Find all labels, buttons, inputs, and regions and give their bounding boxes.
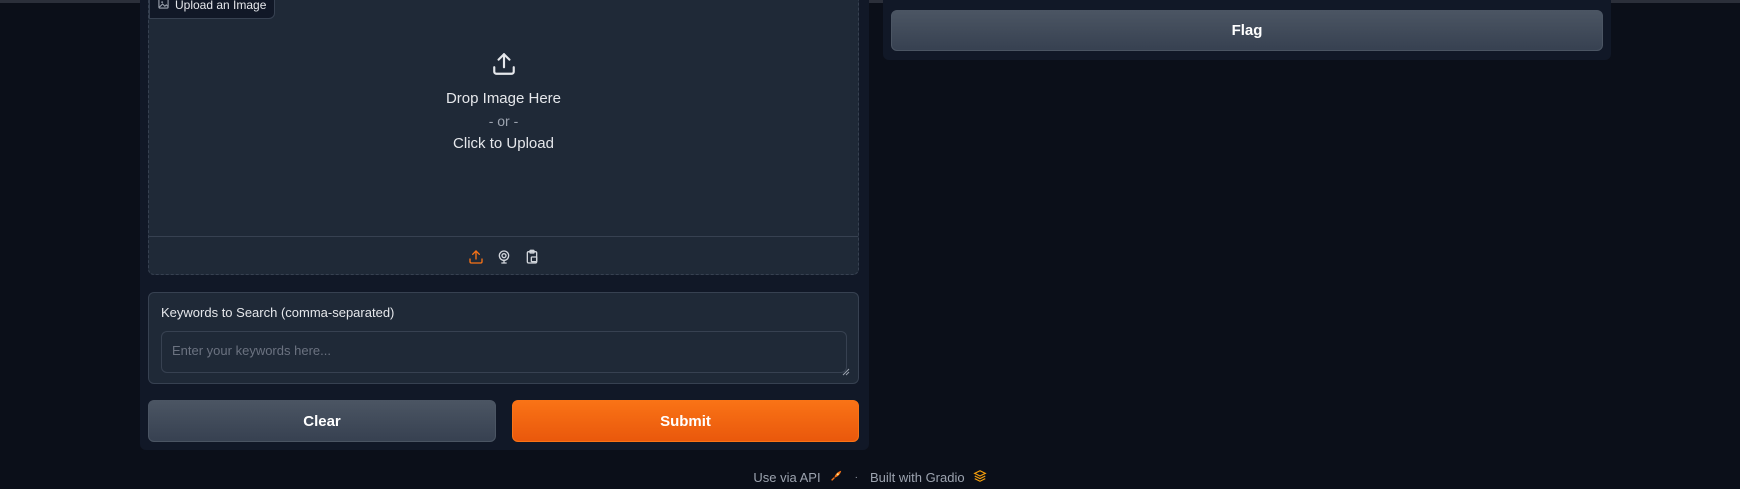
clipboard-source-icon[interactable] bbox=[523, 248, 541, 266]
flag-button[interactable]: Flag bbox=[891, 10, 1603, 51]
submit-button[interactable]: Submit bbox=[512, 400, 859, 442]
input-panel: Upload an Image Drop Image Here - or - C… bbox=[140, 0, 869, 450]
built-with-gradio-link[interactable]: Built with Gradio bbox=[870, 470, 965, 485]
drop-zone[interactable]: Drop Image Here - or - Click to Upload bbox=[149, 51, 858, 171]
drop-title: Drop Image Here bbox=[445, 90, 562, 107]
gradio-logo-icon bbox=[972, 469, 987, 486]
image-icon bbox=[158, 0, 169, 12]
source-selector bbox=[149, 236, 858, 277]
output-panel: Flag bbox=[883, 0, 1611, 60]
keywords-block: Keywords to Search (comma-separated) bbox=[148, 292, 859, 384]
use-via-api-link[interactable]: Use via API bbox=[753, 470, 820, 485]
keywords-label: Keywords to Search (comma-separated) bbox=[161, 305, 395, 320]
webcam-source-icon[interactable] bbox=[495, 248, 513, 266]
keywords-input[interactable] bbox=[161, 331, 847, 373]
resize-handle-icon[interactable] bbox=[842, 363, 854, 379]
footer-separator: · bbox=[854, 471, 858, 483]
footer: Use via API · Built with Gradio bbox=[0, 467, 1740, 487]
upload-source-icon[interactable] bbox=[467, 248, 485, 266]
drop-or-text: - or - bbox=[488, 113, 519, 129]
upload-icon bbox=[491, 51, 517, 82]
image-input-label-text: Upload an Image bbox=[175, 0, 267, 12]
image-upload-area[interactable]: Upload an Image Drop Image Here - or - C… bbox=[148, 0, 859, 275]
click-to-upload-text: Click to Upload bbox=[453, 135, 554, 152]
rocket-icon bbox=[829, 469, 843, 486]
clear-button[interactable]: Clear bbox=[148, 400, 496, 442]
image-input-label: Upload an Image bbox=[149, 0, 276, 19]
